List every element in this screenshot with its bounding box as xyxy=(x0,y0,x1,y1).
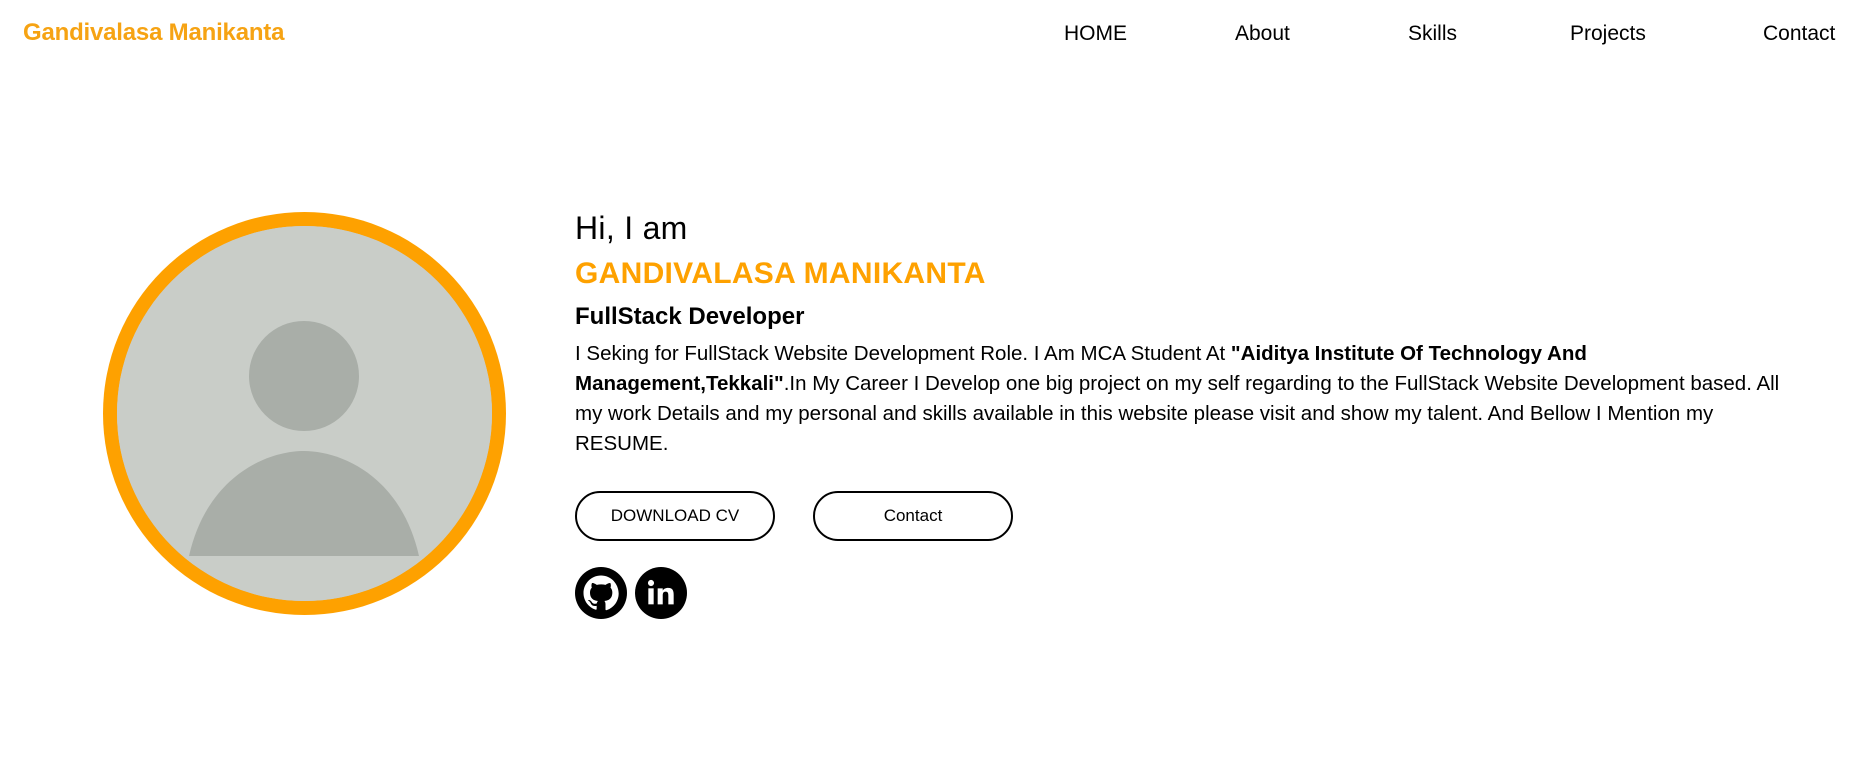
site-logo[interactable]: Gandivalasa Manikanta xyxy=(23,19,284,47)
social-links xyxy=(575,567,687,619)
job-title: FullStack Developer xyxy=(575,303,805,330)
download-cv-button[interactable]: DOWNLOAD CV xyxy=(575,491,775,541)
greeting: Hi, I am xyxy=(575,210,688,246)
profile-photo xyxy=(117,226,492,601)
hero-name: GANDIVALASA MANIKANTA xyxy=(575,257,986,290)
nav-home[interactable]: HOME xyxy=(1064,22,1127,46)
nav-skills[interactable]: Skills xyxy=(1408,22,1457,46)
github-icon[interactable] xyxy=(575,567,627,619)
nav-about[interactable]: About xyxy=(1235,22,1290,46)
bio-text-part: I Seking for FullStack Website Developme… xyxy=(575,342,1231,365)
nav-projects[interactable]: Projects xyxy=(1570,22,1646,46)
linkedin-icon[interactable] xyxy=(635,567,687,619)
hero-content: Hi, I am GANDIVALASA MANIKANTA FullStack… xyxy=(575,210,1805,459)
bio-text: I Seking for FullStack Website Developme… xyxy=(575,339,1805,459)
contact-button[interactable]: Contact xyxy=(813,491,1013,541)
profile-photo-frame xyxy=(103,212,506,615)
linkedin-logo xyxy=(647,579,674,605)
github-logo xyxy=(583,575,619,611)
navbar: Gandivalasa Manikanta HOME About Skills … xyxy=(0,0,1860,70)
photo-placeholder-icon xyxy=(117,226,492,601)
hero-buttons: DOWNLOAD CV Contact xyxy=(575,491,1013,541)
nav-contact[interactable]: Contact xyxy=(1763,22,1835,46)
